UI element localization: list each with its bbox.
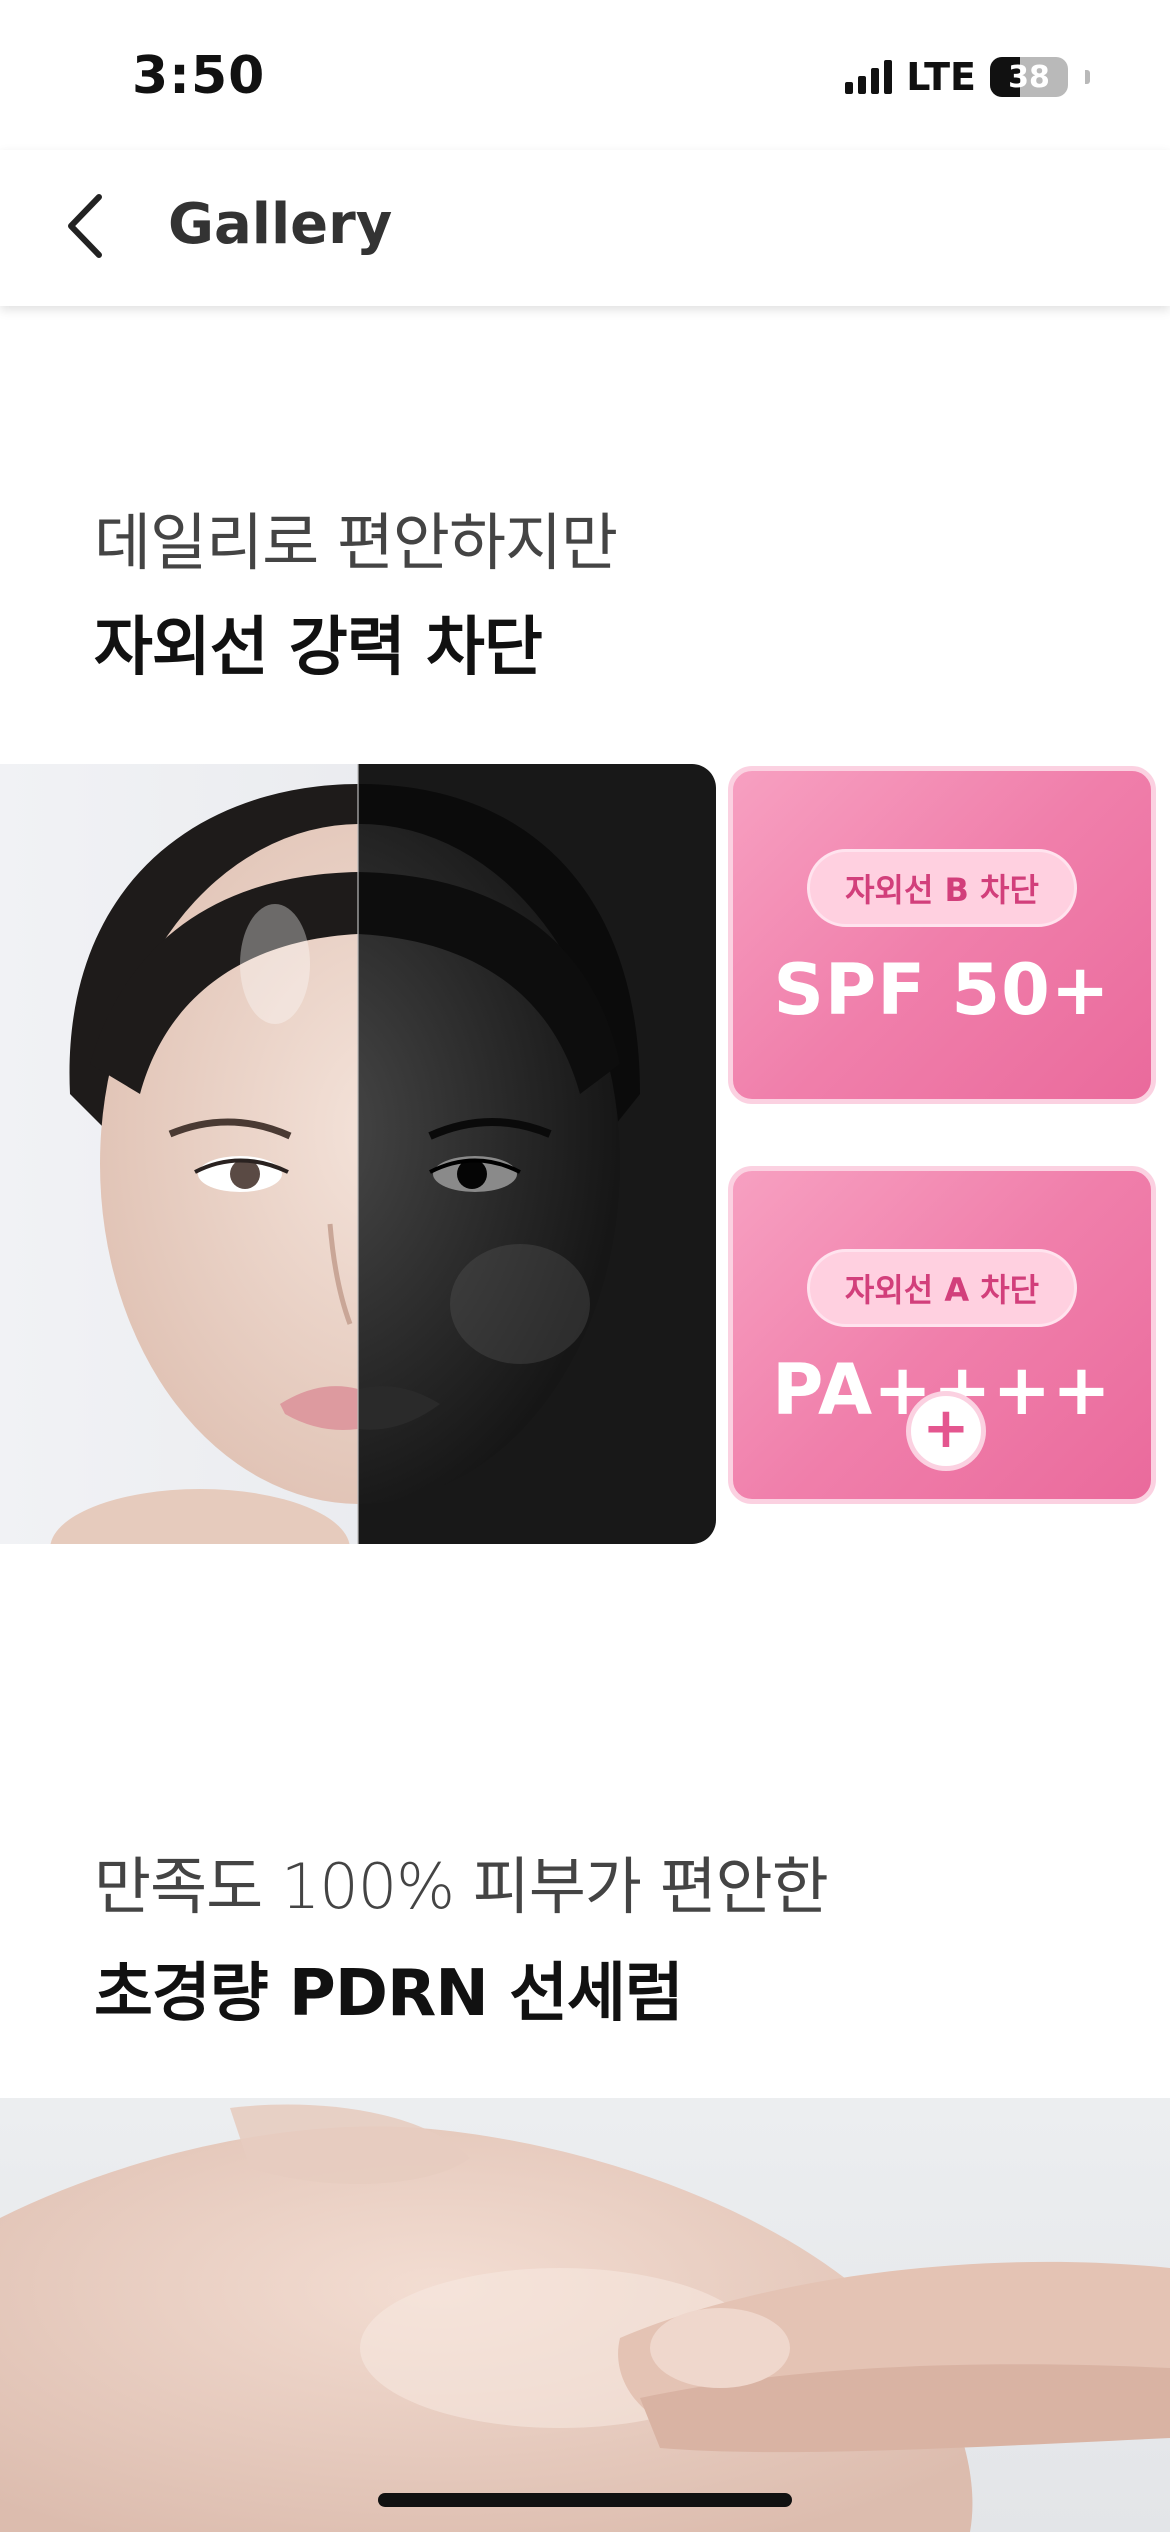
battery-icon: 38 bbox=[990, 57, 1068, 97]
plus-sign: + bbox=[922, 1396, 970, 1461]
uvb-protection-card: 자외선 B 차단 SPF 50+ bbox=[728, 766, 1156, 1104]
section-2-title: 초경량 PDRN 선세럼 bbox=[94, 1957, 684, 2031]
navigation-bar: Gallery bbox=[0, 150, 1170, 306]
face-photo-illustration bbox=[0, 764, 716, 1544]
uvb-badge: 자외선 B 차단 bbox=[807, 849, 1077, 927]
sunserum-texture-hand-photo bbox=[0, 2098, 1170, 2532]
gallery-image-content[interactable]: 데일리로 편안하지만 자외선 강력 차단 자외선 B 차단 SPF 50+ + … bbox=[0, 306, 1170, 2532]
status-time: 3:50 bbox=[132, 46, 266, 106]
battery-nub bbox=[1085, 70, 1090, 84]
spf-value: SPF 50+ bbox=[773, 949, 1111, 1031]
gallery-screen: 3:50 LTE 38 Gallery 데일리로 편안하지만 자외선 강력 차단 bbox=[0, 0, 1170, 2532]
plus-icon: + bbox=[906, 1391, 986, 1471]
section-1-subtitle: 데일리로 편안하지만 bbox=[94, 506, 618, 579]
status-bar: 3:50 LTE 38 bbox=[0, 0, 1170, 150]
uv-comparison-face-photo bbox=[0, 764, 716, 1544]
chevron-left-icon bbox=[68, 194, 102, 258]
section-2-subtitle: 만족도 100% 피부가 편안한 bbox=[94, 1850, 829, 1923]
home-indicator[interactable] bbox=[378, 2493, 792, 2507]
network-type: LTE bbox=[906, 55, 976, 99]
hand-photo-illustration bbox=[0, 2098, 1170, 2532]
section-1-title: 자외선 강력 차단 bbox=[94, 611, 543, 685]
battery-percent: 38 bbox=[1008, 59, 1050, 95]
cellular-signal-icon bbox=[845, 60, 893, 94]
uva-badge: 자외선 A 차단 bbox=[807, 1249, 1077, 1327]
page-title: Gallery bbox=[168, 192, 393, 257]
status-indicators: LTE 38 bbox=[845, 52, 1090, 102]
back-button[interactable] bbox=[50, 186, 120, 266]
